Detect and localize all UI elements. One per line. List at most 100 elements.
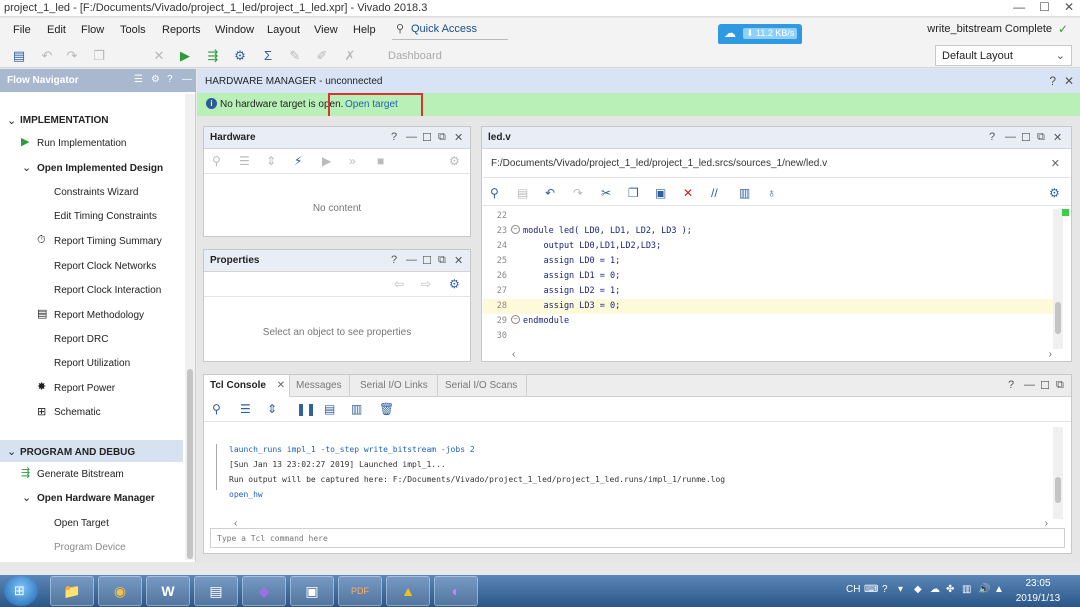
program-icon[interactable]: ⇶ [204, 47, 222, 65]
ruler-icon[interactable]: ✎ [286, 47, 304, 65]
columns-icon[interactable]: ▥ [739, 186, 750, 200]
help-icon[interactable]: ? [989, 131, 995, 143]
trash-icon[interactable]: 🗑 [379, 402, 394, 416]
auto-connect-icon[interactable]: ⚡ [294, 154, 302, 168]
flow-navigator-scrollbar[interactable] [185, 94, 195, 560]
collapse-all-icon[interactable]: ☰ [239, 154, 250, 168]
keyboard-icon[interactable]: ⌨ [864, 584, 878, 595]
editor-horizontal-scrollbar[interactable]: ‹ › [512, 349, 1052, 360]
gear-icon[interactable]: ⚙ [449, 154, 460, 168]
help-icon[interactable]: ? [1008, 379, 1014, 391]
taskbar-word[interactable]: W [146, 576, 190, 606]
settings-icon[interactable]: ⚙ [231, 47, 249, 65]
gear-icon[interactable]: ⚙ [449, 277, 460, 291]
taskbar-chrome[interactable]: ◉ [98, 576, 142, 606]
help-icon[interactable]: ? [391, 131, 397, 143]
copy-icon[interactable]: ▤ [324, 402, 335, 416]
redo-icon[interactable]: ↷ [573, 186, 583, 200]
chevron-down-icon[interactable]: ⌄ [22, 491, 31, 504]
nav-report-drc[interactable]: Report DRC [54, 334, 108, 345]
clock[interactable]: 23:05 2019/1/13 [1008, 578, 1068, 604]
tab-messages[interactable]: Messages [290, 375, 350, 397]
save-icon[interactable]: ▤ [517, 186, 528, 200]
tray-cloud-icon[interactable]: ☁ [930, 584, 940, 595]
help-tray-icon[interactable]: ? [882, 584, 888, 595]
tab-tcl-console[interactable]: Tcl Console ✕ [204, 375, 290, 397]
taskbar-app[interactable]: ◐ [434, 576, 478, 606]
taskbar-visual-studio[interactable]: ◆ [242, 576, 286, 606]
redo-icon[interactable]: ↷ [63, 47, 81, 65]
nav-constraints-wizard[interactable]: Constraints Wizard [54, 187, 138, 198]
chevron-down-icon[interactable]: ⌄ [7, 114, 16, 127]
nav-edit-timing-constraints[interactable]: Edit Timing Constraints [54, 211, 157, 222]
undo-icon[interactable]: ↶ [545, 186, 555, 200]
fast-forward-icon[interactable]: » [349, 154, 356, 168]
close-tab-icon[interactable]: ✕ [277, 380, 285, 391]
menu-reports[interactable]: Reports [162, 24, 201, 36]
close-icon[interactable]: ✕ [454, 254, 463, 267]
restore-icon[interactable]: ☐ [1021, 131, 1031, 144]
nav-program-device[interactable]: Program Device [54, 542, 126, 553]
dashboard-menu[interactable]: Dashboard [388, 50, 442, 62]
section-implementation[interactable]: IMPLEMENTATION [20, 115, 109, 126]
minimize-button[interactable]: — [1013, 0, 1025, 14]
minimize-icon[interactable]: — [182, 74, 192, 85]
cut-icon[interactable]: ✂ [601, 186, 611, 200]
menu-file[interactable]: File [13, 24, 31, 36]
scrollbar-thumb[interactable] [1055, 477, 1061, 503]
clear-icon[interactable]: ✗ [341, 47, 359, 65]
editor-tab-title[interactable]: led.v [488, 132, 511, 143]
editor-vertical-scrollbar[interactable] [1053, 209, 1063, 349]
nav-report-clock-interaction[interactable]: Report Clock Interaction [54, 285, 161, 296]
back-icon[interactable]: ⇦ [394, 277, 404, 291]
help-icon[interactable]: ? [167, 74, 173, 85]
open-project-icon[interactable]: ▤ [10, 47, 28, 65]
nav-report-power[interactable]: Report Power [54, 383, 115, 394]
sigma-icon[interactable]: Σ [259, 47, 277, 65]
console-horizontal-scrollbar[interactable]: ‹ › [234, 518, 1048, 529]
collapse-all-icon[interactable]: ☰ [240, 402, 251, 416]
nav-schematic[interactable]: Schematic [54, 407, 101, 418]
layout-select[interactable]: Default Layout ⌄ [935, 45, 1072, 66]
volume-icon[interactable]: 🔊 [978, 584, 990, 595]
restore-icon[interactable]: ☐ [422, 254, 432, 267]
lightbulb-icon[interactable]: ♁ [767, 186, 776, 200]
nav-report-clock-networks[interactable]: Report Clock Networks [54, 261, 156, 272]
restore-icon[interactable]: ☐ [1040, 379, 1050, 392]
gear-icon[interactable]: ⚙ [151, 74, 160, 85]
taskbar-vivado[interactable]: ▲ [386, 576, 430, 606]
tab-serial-io-scans[interactable]: Serial I/O Scans [439, 375, 527, 397]
taskbar-explorer[interactable]: 📁 [50, 576, 94, 606]
expand-all-icon[interactable]: ⇕ [267, 402, 277, 416]
nav-generate-bitstream[interactable]: Generate Bitstream [37, 469, 124, 480]
console-vertical-scrollbar[interactable] [1053, 427, 1063, 519]
language-indicator[interactable]: CH [846, 584, 860, 595]
copy-icon[interactable]: ❐ [90, 47, 108, 65]
columns-icon[interactable]: ▥ [351, 402, 362, 416]
delete-icon[interactable]: ✕ [683, 186, 693, 200]
close-icon[interactable]: ✕ [454, 131, 463, 144]
section-program-and-debug[interactable]: PROGRAM AND DEBUG [20, 447, 135, 458]
float-icon[interactable]: ⧉ [438, 131, 446, 144]
nav-report-utilization[interactable]: Report Utilization [54, 358, 130, 369]
nav-report-timing-summary[interactable]: Report Timing Summary [54, 236, 162, 247]
float-icon[interactable]: ⧉ [1056, 379, 1064, 392]
help-icon[interactable]: ? [1049, 74, 1056, 88]
comment-icon[interactable]: // [711, 186, 718, 200]
nav-open-target[interactable]: Open Target [54, 518, 109, 529]
minimize-icon[interactable]: — [1024, 379, 1035, 391]
delete-icon[interactable]: ✕ [150, 47, 168, 65]
nav-open-implemented-design[interactable]: Open Implemented Design [37, 163, 163, 174]
stop-icon[interactable]: ■ [377, 154, 384, 168]
menu-help[interactable]: Help [353, 24, 376, 36]
search-icon[interactable]: ⚲ [212, 154, 221, 168]
scrollbar-thumb[interactable] [1055, 302, 1061, 334]
maximize-button[interactable]: ☐ [1039, 0, 1050, 14]
chevron-down-icon[interactable]: ⌄ [7, 445, 16, 458]
taskbar-network[interactable]: ▤ [194, 576, 238, 606]
menu-window[interactable]: Window [215, 24, 254, 36]
tray-app-icon[interactable]: ✤ [946, 584, 954, 595]
close-icon[interactable]: ✕ [1064, 74, 1074, 88]
copy-icon[interactable]: ❐ [628, 186, 639, 200]
help-icon[interactable]: ? [391, 254, 397, 266]
